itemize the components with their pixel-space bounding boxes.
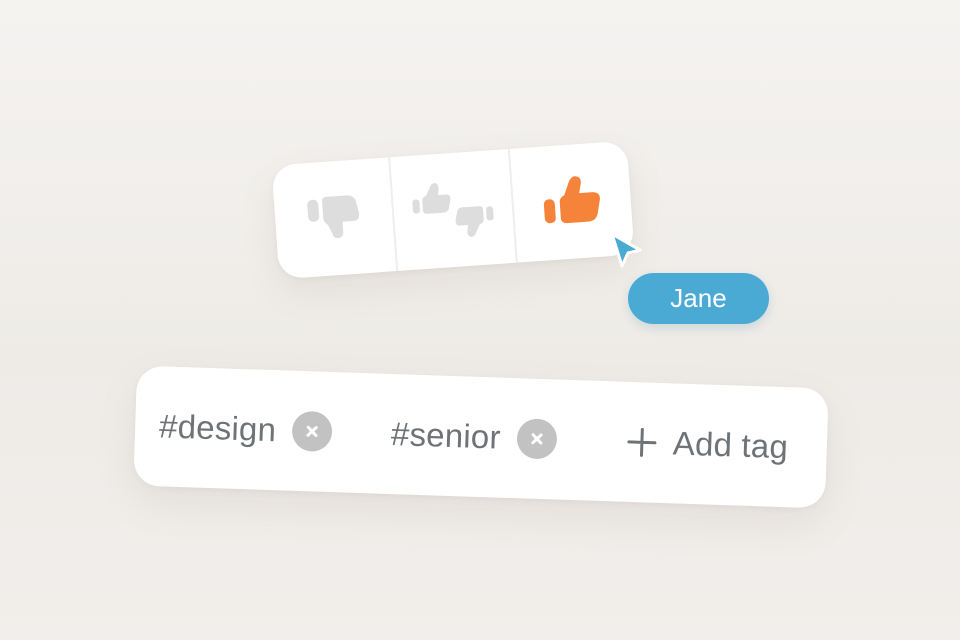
close-icon: [306, 425, 318, 438]
rating-card: [271, 140, 635, 280]
close-icon: [530, 433, 543, 445]
tag-chip-senior: #senior: [389, 374, 559, 499]
cursor-user-label: Jane: [628, 273, 769, 324]
tag-bar: #design #senior Add tag: [133, 365, 829, 509]
rating-option-thumbs-down[interactable]: [271, 157, 396, 279]
remove-tag-button[interactable]: [515, 418, 558, 460]
thumbs-up-icon: [544, 176, 601, 224]
add-tag-button[interactable]: Add tag: [625, 382, 790, 507]
tag-chip-design: #design: [157, 366, 334, 492]
tag-label: #senior: [390, 415, 502, 456]
tag-label: #design: [158, 407, 277, 449]
thumbs-down-icon: [306, 195, 359, 239]
plus-icon: [627, 427, 657, 457]
pointer-cursor-icon: [610, 232, 642, 268]
thumbs-mixed-icon: [412, 183, 494, 237]
remove-tag-button[interactable]: [291, 410, 333, 453]
rating-option-mixed[interactable]: [388, 149, 516, 272]
add-tag-label: Add tag: [672, 424, 789, 466]
